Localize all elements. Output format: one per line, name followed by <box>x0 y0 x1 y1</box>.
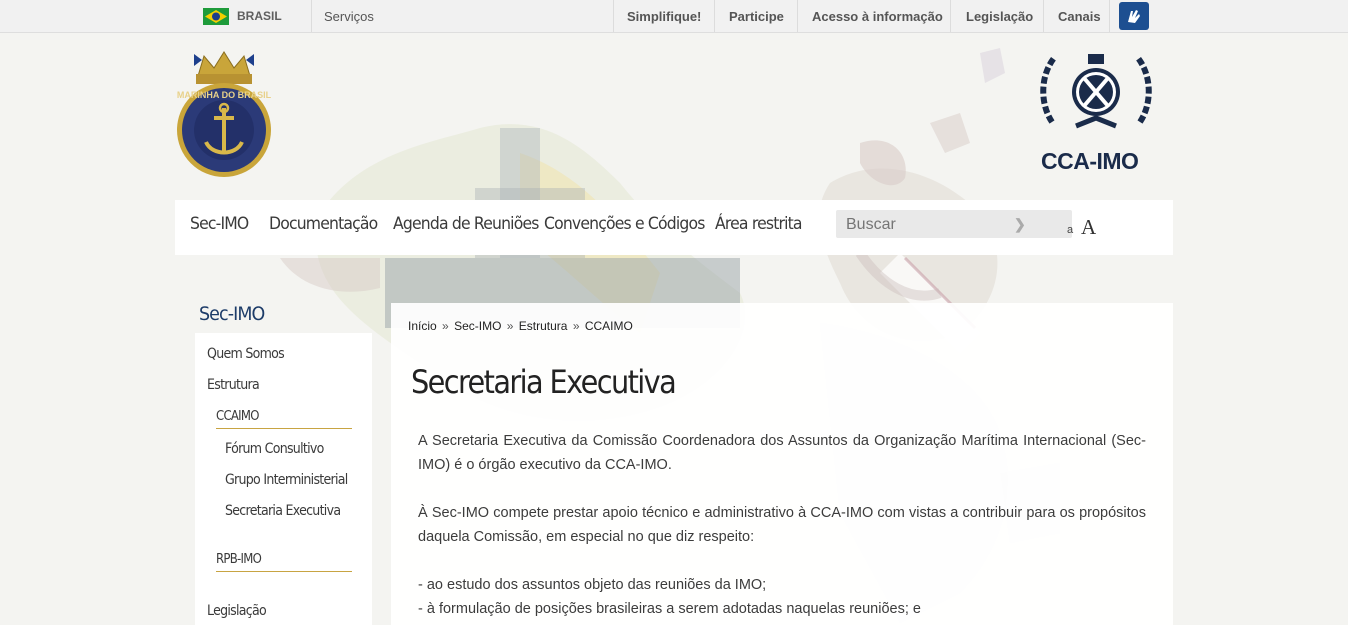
breadcrumb-separator: » <box>572 319 580 333</box>
sign-language-icon <box>1128 10 1140 23</box>
breadcrumb-separator: » <box>442 319 449 333</box>
brazil-flag-icon[interactable] <box>203 8 229 25</box>
main-content: Início » Sec-IMO » Estrutura » CCAIMO Se… <box>391 303 1173 625</box>
sidebar-item-rpb-imo[interactable]: RPB-IMO <box>216 552 262 567</box>
marinha-do-brasil-logo[interactable]: MARINHA DO BRASIL <box>172 46 276 180</box>
legislacao-link[interactable]: Legislação <box>966 9 1033 24</box>
divider <box>950 0 951 32</box>
gov-bar: BRASIL Serviços Simplifique! Participe A… <box>0 0 1348 33</box>
accessibility-vlibras-button[interactable] <box>1119 2 1149 30</box>
services-link[interactable]: Serviços <box>324 9 374 24</box>
page-title: Secretaria Executiva <box>411 363 677 401</box>
font-increase-button[interactable]: A <box>1081 215 1096 240</box>
breadcrumb-sec-imo[interactable]: Sec-IMO <box>454 319 501 333</box>
divider <box>714 0 715 32</box>
nav-item-documentacao[interactable]: Documentação <box>269 214 378 234</box>
sidebar-item-estrutura[interactable]: Estrutura <box>207 377 260 393</box>
nav-item-agenda-reunioes[interactable]: Agenda de Reuniões <box>393 214 539 234</box>
divider <box>1109 0 1110 32</box>
breadcrumb: Início » Sec-IMO » Estrutura » CCAIMO <box>408 319 633 333</box>
breadcrumb-separator: » <box>506 319 514 333</box>
divider <box>216 428 352 429</box>
navy-logo-text: MARINHA DO BRASIL <box>177 90 272 100</box>
sidebar-item-forum-consultivo[interactable]: Fórum Consultivo <box>225 441 324 457</box>
nav-item-sec-imo[interactable]: Sec-IMO <box>190 214 249 234</box>
divider <box>797 0 798 32</box>
font-decrease-button[interactable]: a <box>1067 224 1073 236</box>
sidebar-item-legislacao[interactable]: Legislação <box>207 603 267 619</box>
imo-emblem-logo <box>1040 54 1152 129</box>
sidebar-item-ccaimo[interactable]: CCAIMO <box>216 409 259 424</box>
breadcrumb-inicio[interactable]: Início <box>408 319 437 333</box>
participe-link[interactable]: Participe <box>729 9 784 24</box>
nav-item-area-restrita[interactable]: Área restrita <box>715 214 803 234</box>
cca-imo-logo-text[interactable]: CCA-IMO <box>1041 148 1139 175</box>
paragraph-intro: A Secretaria Executiva da Comissão Coord… <box>418 433 1146 473</box>
divider <box>613 0 614 32</box>
simplifique-link[interactable]: Simplifique! <box>627 9 701 24</box>
acesso-informacao-link[interactable]: Acesso à informação <box>812 9 943 24</box>
breadcrumb-estrutura[interactable]: Estrutura <box>519 319 568 333</box>
list-item: - à formulação de posições brasileiras a… <box>418 601 921 617</box>
sidebar-item-quem-somos[interactable]: Quem Somos <box>207 346 285 362</box>
paragraph-competencias: À Sec-IMO compete prestar apoio técnico … <box>418 505 1146 545</box>
divider <box>216 571 352 572</box>
nav-item-convencoes-codigos[interactable]: Convenções e Códigos <box>544 214 705 234</box>
search-box: ❯ <box>836 210 1072 240</box>
divider <box>311 0 312 32</box>
country-link[interactable]: BRASIL <box>237 9 282 23</box>
search-input[interactable] <box>836 210 1028 240</box>
list-item: - ao estudo dos assuntos objeto das reun… <box>418 577 767 593</box>
sidebar-item-grupo-interministerial[interactable]: Grupo Interministerial <box>225 472 348 488</box>
breadcrumb-ccaimo: CCAIMO <box>584 319 633 333</box>
sidebar-title: Sec-IMO <box>199 303 265 325</box>
sidebar-item-secretaria-executiva[interactable]: Secretaria Executiva <box>225 503 341 519</box>
main-nav: Sec-IMO Documentação Agenda de Reuniões … <box>175 200 1173 255</box>
canais-link[interactable]: Canais <box>1058 9 1101 24</box>
divider <box>1043 0 1044 32</box>
sidebar-menu: Quem Somos Estrutura CCAIMO Fórum Consul… <box>195 333 372 625</box>
chevron-right-icon[interactable]: ❯ <box>1014 216 1026 233</box>
